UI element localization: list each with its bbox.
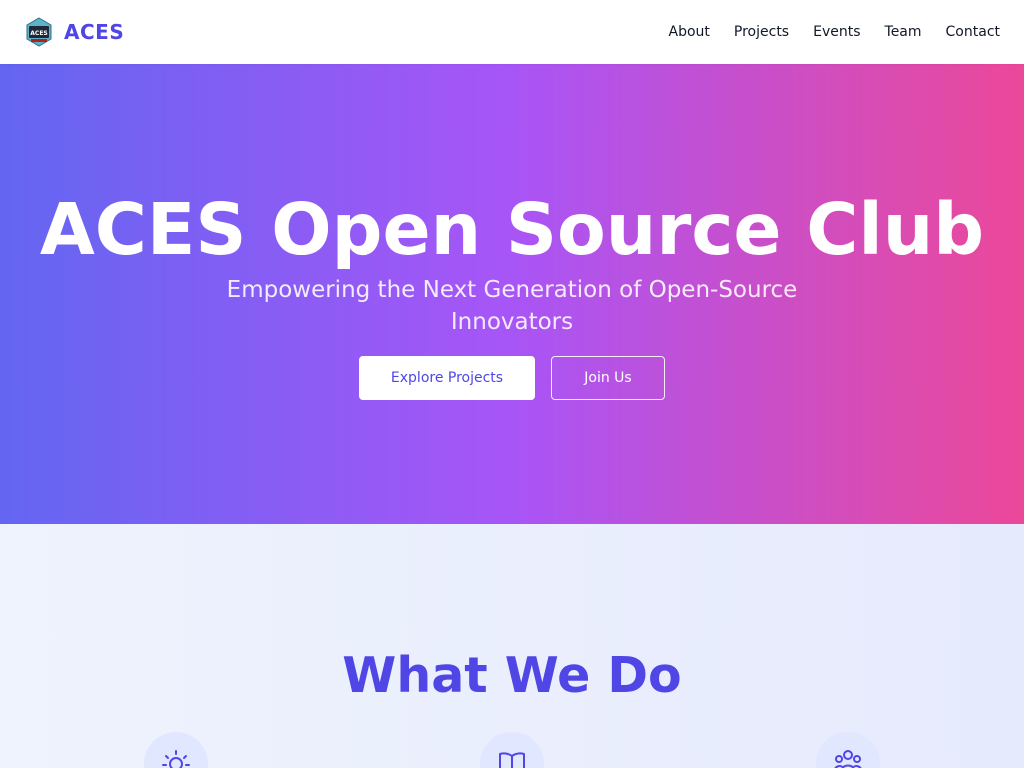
- nav-links: About Projects Events Team Contact: [669, 24, 1001, 40]
- logo-text: ACES: [30, 30, 47, 37]
- nav-link-projects[interactable]: Projects: [734, 24, 789, 40]
- what-we-do-section: What We Do: [0, 524, 1024, 768]
- hero-title: ACES Open Source Club: [39, 188, 985, 271]
- explore-projects-button[interactable]: Explore Projects: [359, 356, 535, 400]
- nav-link-about[interactable]: About: [669, 24, 710, 40]
- hero-subtitle: Empowering the Next Generation of Open-S…: [226, 277, 798, 335]
- nav-link-contact[interactable]: Contact: [946, 24, 1000, 40]
- brand-link[interactable]: ACES ACES: [24, 17, 124, 47]
- join-us-button[interactable]: Join Us: [551, 356, 665, 400]
- book-icon: [499, 752, 525, 768]
- nav-link-events[interactable]: Events: [813, 24, 860, 40]
- feature-icon-badge-3: [816, 732, 880, 768]
- community-icon: [834, 750, 862, 768]
- navbar: ACES ACES About Projects Events Team Con…: [0, 0, 1024, 64]
- lightbulb-icon: [162, 750, 190, 768]
- aces-logo: ACES: [26, 17, 52, 47]
- hero-buttons: Explore Projects Join Us: [359, 356, 665, 400]
- feature-icon-badge-1: [144, 732, 208, 768]
- section-title: What We Do: [342, 647, 682, 704]
- feature-icon-badge-2: [480, 732, 544, 768]
- brand-name: ACES: [64, 20, 125, 44]
- hero-section: ACES Open Source Club Empowering the Nex…: [0, 64, 1024, 524]
- nav-link-team[interactable]: Team: [885, 24, 922, 40]
